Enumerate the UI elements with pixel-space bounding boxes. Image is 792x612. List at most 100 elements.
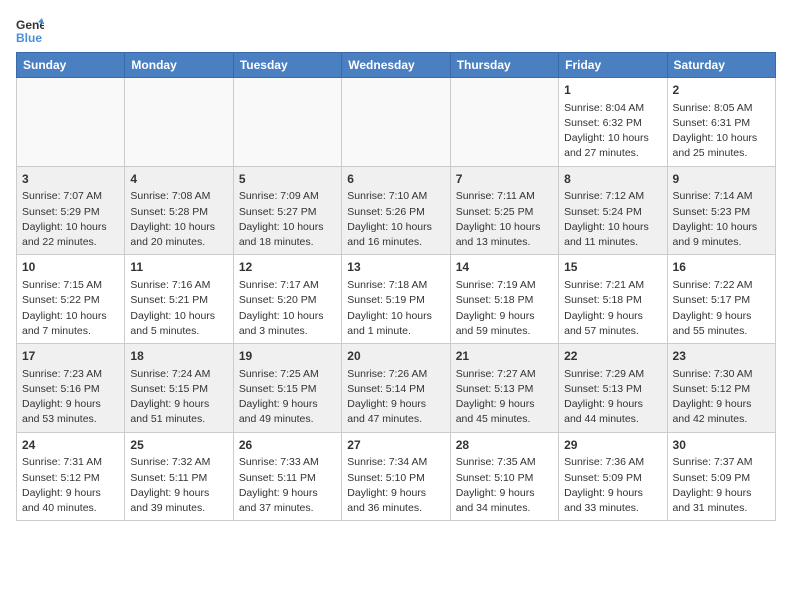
svg-text:Blue: Blue: [16, 31, 42, 44]
week-row-3: 17 Sunrise: 7:23 AM Sunset: 5:16 PM Dayli…: [17, 344, 776, 433]
weekday-wednesday: Wednesday: [342, 53, 450, 78]
weekday-header: SundayMondayTuesdayWednesdayThursdayFrid…: [17, 53, 776, 78]
day-number: 19: [239, 348, 336, 365]
day-number: 4: [130, 171, 227, 188]
day-cell: 25Sunrise: 7:32 AM Sunset: 5:11 PM Dayli…: [125, 432, 233, 521]
week-row-2: 10 Sunrise: 7:15 AM Sunset: 5:22 PM Dayli…: [17, 255, 776, 344]
day-info: Sunrise: 7:07 AM Sunset: 5:29 PM Dayligh…: [22, 189, 119, 250]
day-cell: 19 Sunrise: 7:25 AM Sunset: 5:15 PM Dayli…: [233, 344, 341, 433]
day-cell: 4Sunrise: 7:08 AM Sunset: 5:28 PM Daylig…: [125, 166, 233, 255]
day-info: Sunrise: 7:26 AM Sunset: 5:14 PM Dayligh…: [347, 367, 444, 428]
day-cell: 3Sunrise: 7:07 AM Sunset: 5:29 PM Daylig…: [17, 166, 125, 255]
day-info: Sunrise: 7:23 AM Sunset: 5:16 PM Dayligh…: [22, 367, 119, 428]
day-cell: 22 Sunrise: 7:29 AM Sunset: 5:13 PM Dayli…: [559, 344, 667, 433]
day-info: Sunrise: 7:19 AM Sunset: 5:18 PM Dayligh…: [456, 278, 553, 339]
day-number: 15: [564, 259, 661, 276]
day-number: 28: [456, 437, 553, 454]
day-cell: 20 Sunrise: 7:26 AM Sunset: 5:14 PM Dayli…: [342, 344, 450, 433]
day-cell: 27Sunrise: 7:34 AM Sunset: 5:10 PM Dayli…: [342, 432, 450, 521]
day-info: Sunrise: 7:18 AM Sunset: 5:19 PM Dayligh…: [347, 278, 444, 339]
day-cell: 8Sunrise: 7:12 AM Sunset: 5:24 PM Daylig…: [559, 166, 667, 255]
day-number: 27: [347, 437, 444, 454]
day-cell: 17 Sunrise: 7:23 AM Sunset: 5:16 PM Dayli…: [17, 344, 125, 433]
day-number: 25: [130, 437, 227, 454]
day-info: Sunrise: 8:04 AM Sunset: 6:32 PM Dayligh…: [564, 101, 661, 162]
day-cell: 16 Sunrise: 7:22 AM Sunset: 5:17 PM Dayli…: [667, 255, 775, 344]
calendar: SundayMondayTuesdayWednesdayThursdayFrid…: [16, 52, 776, 521]
svg-text:General: General: [16, 18, 44, 32]
day-number: 13: [347, 259, 444, 276]
day-info: Sunrise: 7:37 AM Sunset: 5:09 PM Dayligh…: [673, 455, 770, 516]
day-number: 9: [673, 171, 770, 188]
day-cell: [233, 78, 341, 167]
day-number: 11: [130, 259, 227, 276]
day-info: Sunrise: 7:27 AM Sunset: 5:13 PM Dayligh…: [456, 367, 553, 428]
day-cell: 18Sunrise: 7:24 AM Sunset: 5:15 PM Dayli…: [125, 344, 233, 433]
day-cell: 30Sunrise: 7:37 AM Sunset: 5:09 PM Dayli…: [667, 432, 775, 521]
day-cell: 12 Sunrise: 7:17 AM Sunset: 5:20 PM Dayli…: [233, 255, 341, 344]
weekday-sunday: Sunday: [17, 53, 125, 78]
day-number: 5: [239, 171, 336, 188]
calendar-body: 1 Sunrise: 8:04 AM Sunset: 6:32 PM Daylig…: [17, 78, 776, 521]
week-row-0: 1 Sunrise: 8:04 AM Sunset: 6:32 PM Daylig…: [17, 78, 776, 167]
day-cell: [17, 78, 125, 167]
day-cell: 29Sunrise: 7:36 AM Sunset: 5:09 PM Dayli…: [559, 432, 667, 521]
day-info: Sunrise: 7:35 AM Sunset: 5:10 PM Dayligh…: [456, 455, 553, 516]
day-number: 12: [239, 259, 336, 276]
day-info: Sunrise: 7:12 AM Sunset: 5:24 PM Dayligh…: [564, 189, 661, 250]
day-cell: 15Sunrise: 7:21 AM Sunset: 5:18 PM Dayli…: [559, 255, 667, 344]
day-info: Sunrise: 7:24 AM Sunset: 5:15 PM Dayligh…: [130, 367, 227, 428]
day-cell: 21Sunrise: 7:27 AM Sunset: 5:13 PM Dayli…: [450, 344, 558, 433]
day-info: Sunrise: 7:10 AM Sunset: 5:26 PM Dayligh…: [347, 189, 444, 250]
weekday-tuesday: Tuesday: [233, 53, 341, 78]
day-info: Sunrise: 7:17 AM Sunset: 5:20 PM Dayligh…: [239, 278, 336, 339]
day-info: Sunrise: 7:25 AM Sunset: 5:15 PM Dayligh…: [239, 367, 336, 428]
day-cell: [342, 78, 450, 167]
day-number: 20: [347, 348, 444, 365]
day-number: 8: [564, 171, 661, 188]
weekday-monday: Monday: [125, 53, 233, 78]
day-cell: 1 Sunrise: 8:04 AM Sunset: 6:32 PM Daylig…: [559, 78, 667, 167]
day-cell: 23Sunrise: 7:30 AM Sunset: 5:12 PM Dayli…: [667, 344, 775, 433]
day-number: 16: [673, 259, 770, 276]
day-info: Sunrise: 7:29 AM Sunset: 5:13 PM Dayligh…: [564, 367, 661, 428]
day-number: 26: [239, 437, 336, 454]
day-info: Sunrise: 7:33 AM Sunset: 5:11 PM Dayligh…: [239, 455, 336, 516]
day-cell: 28Sunrise: 7:35 AM Sunset: 5:10 PM Dayli…: [450, 432, 558, 521]
logo: General Blue: [16, 16, 44, 44]
day-number: 3: [22, 171, 119, 188]
day-info: Sunrise: 7:14 AM Sunset: 5:23 PM Dayligh…: [673, 189, 770, 250]
day-number: 22: [564, 348, 661, 365]
day-number: 30: [673, 437, 770, 454]
day-cell: 13 Sunrise: 7:18 AM Sunset: 5:19 PM Dayli…: [342, 255, 450, 344]
day-info: Sunrise: 7:31 AM Sunset: 5:12 PM Dayligh…: [22, 455, 119, 516]
day-number: 6: [347, 171, 444, 188]
day-cell: 26Sunrise: 7:33 AM Sunset: 5:11 PM Dayli…: [233, 432, 341, 521]
day-info: Sunrise: 7:30 AM Sunset: 5:12 PM Dayligh…: [673, 367, 770, 428]
day-cell: [125, 78, 233, 167]
day-number: 29: [564, 437, 661, 454]
day-info: Sunrise: 7:16 AM Sunset: 5:21 PM Dayligh…: [130, 278, 227, 339]
day-number: 2: [673, 82, 770, 99]
day-info: Sunrise: 7:08 AM Sunset: 5:28 PM Dayligh…: [130, 189, 227, 250]
week-row-4: 24Sunrise: 7:31 AM Sunset: 5:12 PM Dayli…: [17, 432, 776, 521]
day-info: Sunrise: 7:22 AM Sunset: 5:17 PM Dayligh…: [673, 278, 770, 339]
day-info: Sunrise: 8:05 AM Sunset: 6:31 PM Dayligh…: [673, 101, 770, 162]
day-number: 7: [456, 171, 553, 188]
day-number: 10: [22, 259, 119, 276]
day-info: Sunrise: 7:34 AM Sunset: 5:10 PM Dayligh…: [347, 455, 444, 516]
day-cell: 9Sunrise: 7:14 AM Sunset: 5:23 PM Daylig…: [667, 166, 775, 255]
day-cell: 6Sunrise: 7:10 AM Sunset: 5:26 PM Daylig…: [342, 166, 450, 255]
day-number: 14: [456, 259, 553, 276]
day-cell: [450, 78, 558, 167]
day-number: 24: [22, 437, 119, 454]
header: General Blue: [16, 16, 776, 44]
day-number: 17: [22, 348, 119, 365]
day-cell: 5Sunrise: 7:09 AM Sunset: 5:27 PM Daylig…: [233, 166, 341, 255]
day-cell: 11 Sunrise: 7:16 AM Sunset: 5:21 PM Dayli…: [125, 255, 233, 344]
day-info: Sunrise: 7:15 AM Sunset: 5:22 PM Dayligh…: [22, 278, 119, 339]
logo-icon: General Blue: [16, 16, 44, 44]
day-cell: 7Sunrise: 7:11 AM Sunset: 5:25 PM Daylig…: [450, 166, 558, 255]
day-info: Sunrise: 7:11 AM Sunset: 5:25 PM Dayligh…: [456, 189, 553, 250]
day-number: 1: [564, 82, 661, 99]
